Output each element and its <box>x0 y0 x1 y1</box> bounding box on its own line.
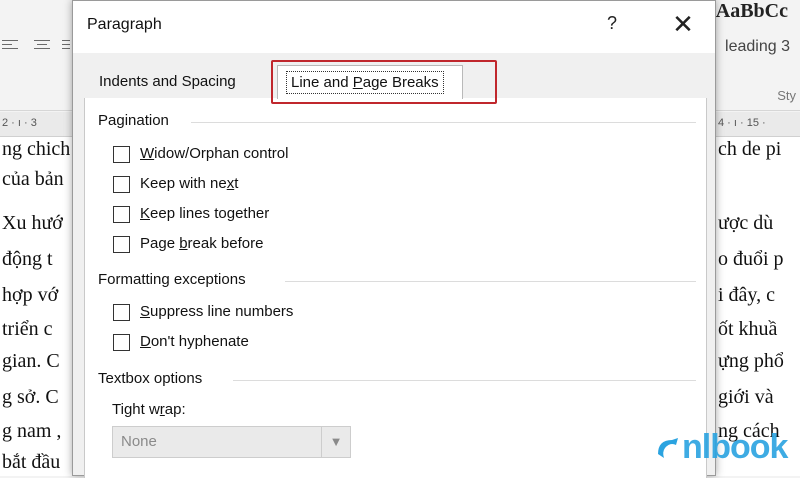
doc-line: bắt đầu <box>2 451 61 473</box>
tight-wrap-value: None <box>121 433 157 450</box>
keep-with-next-label: Keep with next <box>140 175 238 192</box>
page-break-before-label-start: Page <box>140 235 180 252</box>
tight-wrap-select[interactable]: None ▼ <box>112 426 351 458</box>
ruler-right-ticks: 4 · ı · 15 · <box>718 117 766 129</box>
dont-hyphenate-label-mnemonic: D <box>140 333 151 350</box>
page-break-before-checkbox[interactable] <box>113 236 130 253</box>
tab-panel-line-and-page-breaks: Pagination Widow/Orphan control Keep wit… <box>84 98 707 478</box>
suppress-line-numbers-label-rest: uppress line numbers <box>150 303 294 320</box>
keep-with-next-label-start: Keep with ne <box>140 175 227 192</box>
keep-lines-together-label: Keep lines together <box>140 205 269 222</box>
highlight-annotation <box>271 60 497 104</box>
doc-line: ch de pi <box>718 138 782 160</box>
keep-lines-together-label-rest: eep lines together <box>150 205 270 222</box>
dialog-title: Paragraph <box>87 16 162 33</box>
tight-wrap-label-end: ap: <box>164 401 186 418</box>
page-break-before-label-end: reak before <box>187 235 264 252</box>
doc-line: g sở. C <box>2 386 59 408</box>
keep-lines-together-checkbox[interactable] <box>113 206 130 223</box>
suppress-line-numbers-label: Suppress line numbers <box>140 303 293 320</box>
style-preview[interactable]: AaBbCc <box>716 0 788 23</box>
doc-line: triển c <box>2 318 53 340</box>
keep-with-next-label-end: t <box>234 175 239 192</box>
doc-line: giới và <box>718 386 774 408</box>
doc-line: ược dù <box>718 212 774 234</box>
tight-wrap-label-start: Tight w <box>112 401 160 418</box>
suppress-line-numbers-label-mnemonic: S <box>140 303 151 320</box>
textbox-options-heading: Textbox options <box>98 370 203 387</box>
help-button[interactable]: ? <box>601 13 623 34</box>
paragraph-dialog: Paragraph ? ✕ Indents and Spacing Pagina… <box>72 0 716 478</box>
widow-orphan-label-mnemonic: W <box>140 145 155 162</box>
formatting-exceptions-heading: Formatting exceptions <box>98 271 246 288</box>
doc-line: hợp vớ <box>2 284 59 306</box>
doc-line: ốt khuầ <box>718 318 778 340</box>
pagination-heading: Pagination <box>98 112 169 129</box>
doc-line: i đây, c <box>718 284 776 306</box>
suppress-line-numbers-checkbox[interactable] <box>113 304 130 321</box>
align-center-icon[interactable] <box>34 40 50 52</box>
doc-line: động t <box>2 248 53 270</box>
widow-orphan-checkbox[interactable] <box>113 146 130 163</box>
doc-line: của bản <box>2 168 64 190</box>
dont-hyphenate-label: Don't hyphenate <box>140 333 249 350</box>
section-divider <box>233 380 696 381</box>
doc-line: ng chich <box>2 138 71 160</box>
tight-wrap-label: Tight wrap: <box>112 401 186 418</box>
page-break-before-label-mnemonic: b <box>179 235 188 252</box>
align-right-icon[interactable] <box>62 40 70 52</box>
doc-line: gian. C <box>2 350 60 372</box>
dont-hyphenate-checkbox[interactable] <box>113 334 130 351</box>
widow-orphan-label: Widow/Orphan control <box>140 145 288 162</box>
close-button[interactable]: ✕ <box>669 9 697 39</box>
section-divider <box>285 281 696 282</box>
doc-line: g nam , <box>2 420 62 442</box>
page-break-before-label: Page break before <box>140 235 263 252</box>
align-left-icon[interactable] <box>2 40 18 52</box>
heading-style-label[interactable]: leading 3 <box>725 38 790 56</box>
watermark-logo-icon <box>658 438 678 458</box>
dont-hyphenate-label-rest: on't hyphenate <box>150 333 249 350</box>
doc-line: o đuổi p <box>718 248 784 270</box>
doc-line: ựng phổ <box>718 350 784 372</box>
section-divider <box>191 122 696 123</box>
watermark-text: nlbook <box>682 428 788 466</box>
widow-orphan-label-rest: idow/Orphan control <box>154 145 289 162</box>
chevron-down-icon[interactable]: ▼ <box>321 427 350 457</box>
keep-lines-together-label-mnemonic: K <box>140 205 151 222</box>
styles-group-label: Sty <box>777 88 796 103</box>
keep-with-next-checkbox[interactable] <box>113 176 130 193</box>
tab-indents-and-spacing[interactable]: Indents and Spacing <box>99 73 236 90</box>
dialog-titlebar[interactable]: Paragraph ? ✕ <box>73 1 715 53</box>
doc-line: Xu hướ <box>2 212 63 234</box>
ruler-left-ticks: 2 · ı · 3 <box>2 117 37 129</box>
